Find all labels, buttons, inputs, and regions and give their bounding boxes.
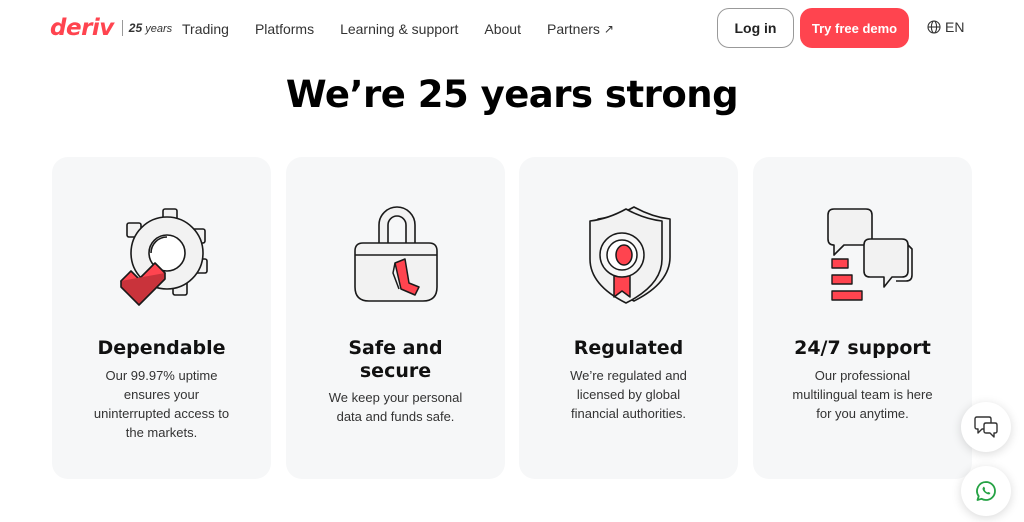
language-selector[interactable]: EN [927, 19, 964, 35]
feature-card-regulated: Regulated We’re regulated and licensed b… [519, 157, 738, 479]
deriv-logo[interactable]: deriv 25 years [50, 16, 172, 40]
nav-partners-label: Partners [546, 21, 600, 37]
card-description: Our professional multilingual team is he… [792, 368, 933, 421]
feature-card-support: 24/7 support Our professional multilingu… [753, 157, 972, 479]
card-title: Regulated [573, 337, 684, 359]
card-title: Safe and secure [348, 337, 443, 382]
language-code: EN [945, 19, 965, 35]
card-title: Dependable [97, 337, 226, 359]
page-headline: We’re 25 years strong [285, 73, 739, 116]
logo-wordmark: deriv [50, 15, 114, 41]
shield-badge-icon [588, 206, 671, 304]
gear-check-icon [119, 208, 208, 306]
nav-trading[interactable]: Trading [182, 21, 229, 37]
card-title: 24/7 support [794, 337, 931, 359]
logo-anniversary: 25 years [129, 21, 172, 35]
feature-card-dependable: Dependable Our 99.97% uptime ensures you… [52, 157, 271, 479]
nav-platforms[interactable]: Platforms [255, 21, 314, 37]
external-link-icon: ↗ [603, 22, 614, 36]
card-description: We’re regulated and licensed by global f… [570, 368, 687, 421]
whatsapp-icon [976, 481, 996, 501]
try-free-demo-button[interactable]: Try free demo [800, 8, 909, 48]
main-nav: Trading Platforms Learning & support Abo… [182, 0, 640, 58]
nav-learning-support[interactable]: Learning & support [340, 21, 458, 37]
logo-divider [121, 20, 123, 36]
feature-card-safe-secure: Safe and secure We keep your personal da… [286, 157, 505, 479]
login-button[interactable]: Log in [717, 8, 794, 48]
top-navbar: deriv 25 years Trading Platforms Learnin… [0, 0, 1024, 58]
card-description: We keep your personal data and funds saf… [328, 390, 463, 424]
globe-icon [927, 20, 941, 34]
live-chat-icon [974, 416, 998, 438]
nav-about[interactable]: About [484, 21, 521, 37]
card-description: Our 99.97% uptime ensures your uninterru… [93, 368, 230, 440]
padlock-icon [353, 206, 438, 302]
live-chat-button[interactable] [961, 402, 1011, 452]
whatsapp-button[interactable] [961, 466, 1011, 516]
nav-partners[interactable]: Partners ↗ [547, 21, 614, 37]
logo-years-word: years [145, 23, 173, 35]
logo-years-number: 25 [128, 21, 143, 35]
chat-bubbles-icon [826, 208, 913, 301]
